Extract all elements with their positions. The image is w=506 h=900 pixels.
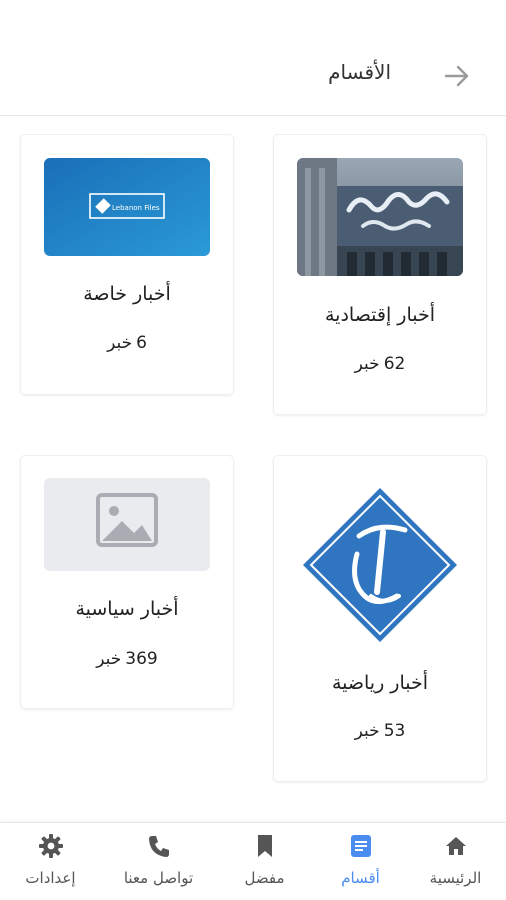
count-unit: خبر	[107, 333, 133, 353]
category-count: 53خبر	[274, 721, 486, 741]
category-card-economic[interactable]: أخبار إقتصادية 62خبر	[274, 135, 486, 414]
count-unit: خبر	[96, 649, 122, 669]
back-button[interactable]	[436, 58, 478, 94]
app-header: الأقسام	[0, 0, 506, 116]
category-card-sports[interactable]: أخبار رياضية 53خبر	[274, 456, 486, 781]
bottom-navigation: الرئيسية أقسام مفضل تواصل معنا إعدادات	[0, 822, 506, 900]
nav-item-contact[interactable]: تواصل معنا	[108, 823, 209, 900]
count-unit: خبر	[354, 354, 380, 374]
phone-icon	[148, 836, 169, 857]
category-card-politics[interactable]: أخبار سياسية 369خبر	[21, 456, 233, 708]
category-card-private[interactable]: Lebanon Files أخبار خاصة 6خبر	[21, 135, 233, 394]
home-icon	[445, 837, 466, 855]
document-icon	[350, 835, 371, 857]
blue-logo-banner: Lebanon Files	[44, 158, 210, 256]
nav-item-categories[interactable]: أقسام	[310, 823, 411, 900]
count-value: 6	[136, 333, 147, 353]
page-title: الأقسام	[328, 60, 391, 84]
category-count: 6خبر	[21, 333, 233, 353]
count-unit: خبر	[354, 721, 380, 741]
category-count: 369خبر	[21, 649, 233, 669]
count-value: 62	[383, 354, 406, 374]
bank-building-photo	[297, 158, 463, 276]
category-count: 62خبر	[274, 354, 486, 374]
category-title: أخبار سياسية	[75, 598, 179, 620]
category-title: أخبار إقتصادية	[324, 304, 436, 326]
category-title: أخبار رياضية	[331, 672, 429, 694]
logo-text: Lebanon Files	[112, 204, 160, 212]
bookmark-icon	[257, 835, 272, 857]
nav-label: أقسام	[341, 869, 380, 887]
nav-item-home[interactable]: الرئيسية	[405, 823, 506, 900]
count-value: 369	[125, 649, 158, 669]
nav-label: إعدادات	[25, 869, 76, 887]
gear-icon	[38, 834, 63, 858]
image-placeholder-icon	[96, 493, 158, 547]
count-value: 53	[383, 721, 406, 741]
nav-label: الرئيسية	[429, 869, 482, 887]
nav-item-settings[interactable]: إعدادات	[0, 823, 101, 900]
image-placeholder	[44, 478, 210, 571]
arrow-right-icon	[444, 65, 469, 87]
nav-label: تواصل معنا	[123, 869, 194, 887]
category-title: أخبار خاصة	[83, 283, 171, 305]
nav-item-favorites[interactable]: مفضل	[214, 823, 315, 900]
diamond-lt-logo	[297, 484, 463, 646]
nav-label: مفضل	[244, 869, 285, 887]
